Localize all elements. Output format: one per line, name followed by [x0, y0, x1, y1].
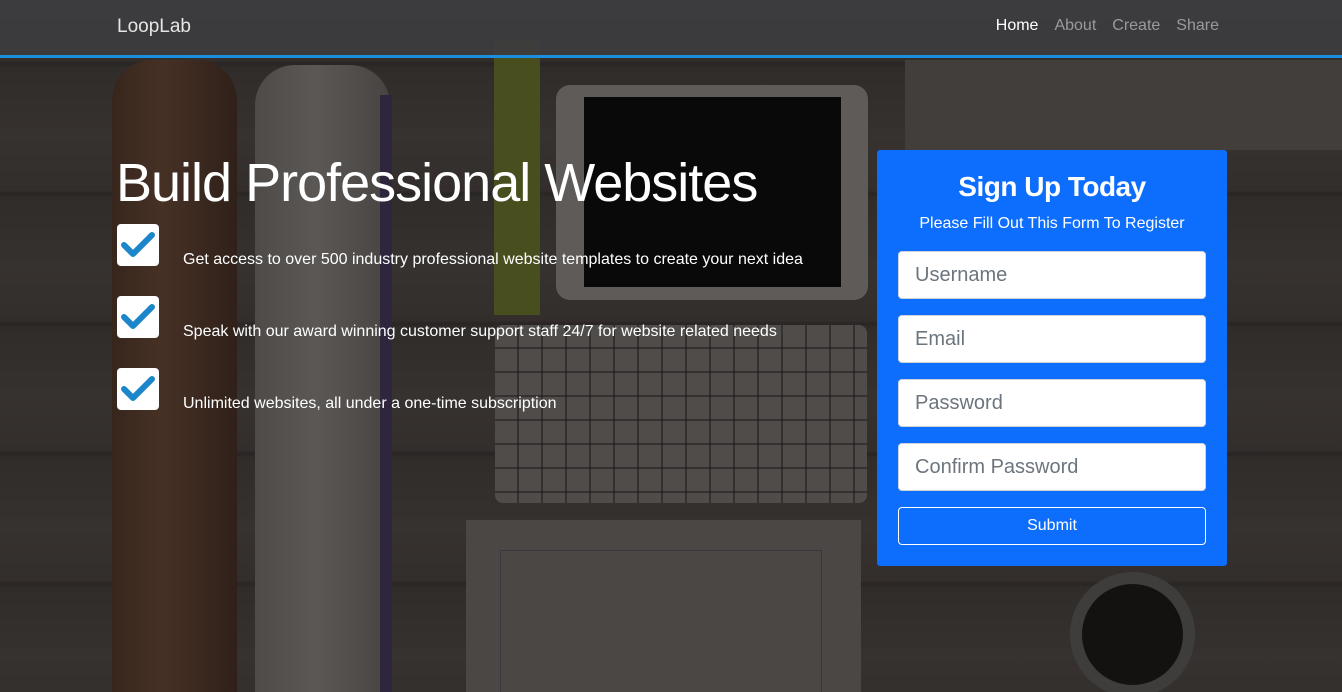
hero-title: Build Professional Websites: [116, 153, 758, 213]
email-input[interactable]: [898, 315, 1206, 363]
feature-text: Unlimited websites, all under a one-time…: [183, 395, 557, 412]
nav-link-home[interactable]: Home: [996, 17, 1039, 35]
nav-link-about[interactable]: About: [1054, 17, 1096, 35]
confirm-password-input[interactable]: [898, 443, 1206, 491]
nav-link-share[interactable]: Share: [1176, 17, 1219, 35]
brand-logo[interactable]: LoopLab: [117, 16, 191, 38]
password-input[interactable]: [898, 379, 1206, 427]
nav-links: Home About Create Share: [996, 17, 1219, 35]
feature-text: Get access to over 500 industry professi…: [183, 251, 803, 268]
signup-form: Sign Up Today Please Fill Out This Form …: [877, 150, 1227, 566]
feature-item: Unlimited websites, all under a one-time…: [117, 368, 557, 413]
feature-text: Speak with our award winning customer su…: [183, 323, 777, 340]
username-input[interactable]: [898, 251, 1206, 299]
nav-link-create[interactable]: Create: [1112, 17, 1160, 35]
signup-subtitle: Please Fill Out This Form To Register: [919, 215, 1185, 232]
checkmark-icon: [117, 368, 159, 410]
feature-item: Get access to over 500 industry professi…: [117, 224, 803, 269]
submit-button[interactable]: Submit: [898, 507, 1206, 545]
signup-title: Sign Up Today: [958, 171, 1146, 202]
navbar: LoopLab Home About Create Share: [0, 0, 1342, 58]
checkmark-icon: [117, 224, 159, 266]
checkmark-icon: [117, 296, 159, 338]
feature-item: Speak with our award winning customer su…: [117, 296, 777, 341]
